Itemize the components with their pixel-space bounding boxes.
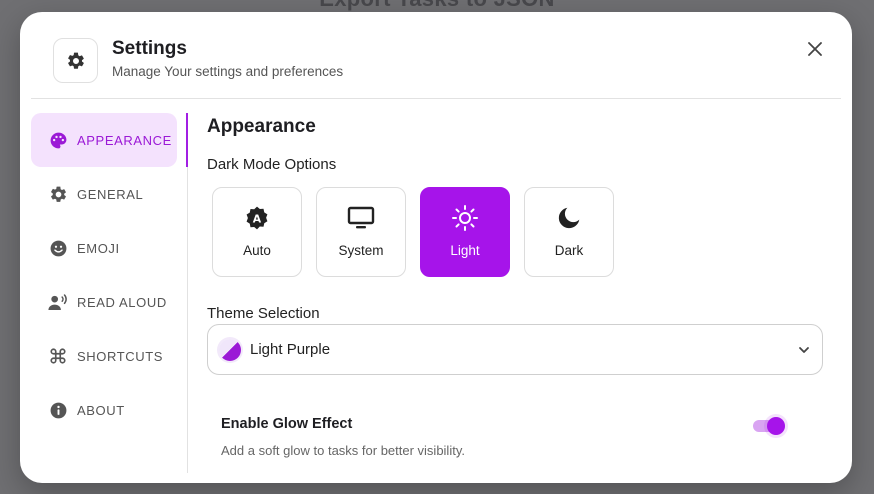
chevron-down-icon <box>798 343 810 361</box>
sidebar-item-about[interactable]: ABOUT <box>31 383 177 437</box>
gear-icon <box>48 184 68 204</box>
modal-subtitle: Manage Your settings and preferences <box>112 64 344 79</box>
glow-effect-title: Enable Glow Effect <box>221 416 353 432</box>
modal-title: Settings <box>112 38 187 59</box>
background-page-title: Export Tasks to JSON <box>0 0 874 12</box>
smiley-icon <box>48 238 68 258</box>
sidebar-item-label: EMOJI <box>77 240 120 256</box>
sidebar-item-label: ABOUT <box>77 402 125 418</box>
header-divider <box>31 98 841 99</box>
sidebar-item-shortcuts[interactable]: SHORTCUTS <box>31 329 177 383</box>
svg-text:A: A <box>253 212 262 225</box>
sidebar-divider <box>187 113 188 473</box>
mode-option-light[interactable]: Light <box>420 187 510 277</box>
speaker-person-icon <box>48 292 68 312</box>
theme-swatch-icon <box>219 338 241 361</box>
glow-effect-description: Add a soft glow to tasks for better visi… <box>221 443 465 458</box>
monitor-icon <box>347 204 375 232</box>
settings-modal: Settings Manage Your settings and prefer… <box>20 12 852 483</box>
moon-icon <box>556 204 582 232</box>
section-title: Appearance <box>207 116 316 137</box>
mode-label: Auto <box>243 243 271 258</box>
auto-badge-icon: A <box>244 204 270 232</box>
sidebar-item-read-aloud[interactable]: READ ALOUD <box>31 275 177 329</box>
theme-select-value: Light Purple <box>250 341 331 358</box>
modal-header: Settings Manage Your settings and prefer… <box>20 12 852 98</box>
info-icon <box>48 400 68 420</box>
command-icon <box>48 346 68 366</box>
mode-label: Dark <box>554 243 584 258</box>
mode-label: System <box>338 243 384 258</box>
settings-sidebar: APPEARANCE GENERAL EMOJI READ ALOUD SHOR… <box>31 113 177 437</box>
theme-select[interactable]: Light Purple <box>207 324 823 375</box>
mode-option-system[interactable]: System <box>316 187 406 277</box>
active-indicator <box>186 113 188 167</box>
sidebar-item-label: SHORTCUTS <box>77 348 164 364</box>
glow-effect-toggle[interactable] <box>753 417 787 435</box>
dark-mode-label: Dark Mode Options <box>207 156 337 173</box>
sidebar-item-appearance[interactable]: APPEARANCE <box>31 113 177 167</box>
toggle-knob <box>767 417 785 435</box>
mode-option-dark[interactable]: Dark <box>524 187 614 277</box>
palette-icon <box>48 130 68 150</box>
sidebar-item-label: READ ALOUD <box>77 294 167 310</box>
sidebar-item-emoji[interactable]: EMOJI <box>31 221 177 275</box>
sidebar-item-label: GENERAL <box>77 186 144 202</box>
sidebar-item-general[interactable]: GENERAL <box>31 167 177 221</box>
mode-label: Light <box>450 243 480 258</box>
mode-option-auto[interactable]: A Auto <box>212 187 302 277</box>
sidebar-item-label: APPEARANCE <box>77 132 172 148</box>
gear-icon <box>53 38 98 83</box>
sun-icon <box>451 204 479 232</box>
theme-selection-label: Theme Selection <box>207 305 320 322</box>
close-icon[interactable] <box>804 38 826 60</box>
